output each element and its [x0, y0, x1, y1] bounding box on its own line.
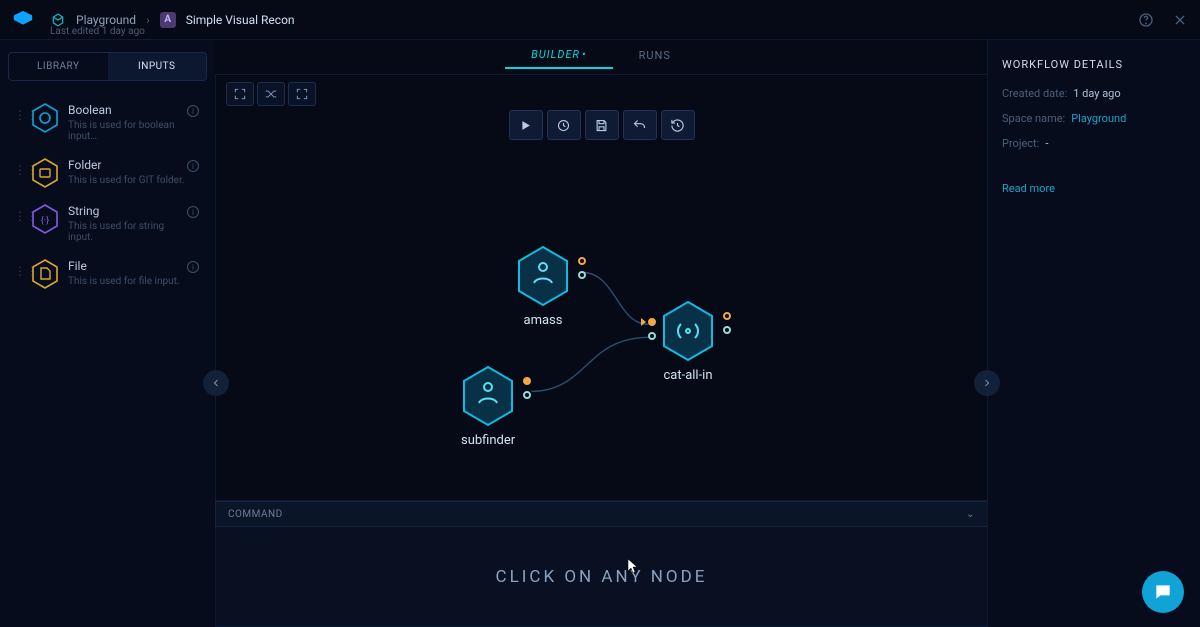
- app-logo[interactable]: [12, 9, 34, 31]
- sidebar: LIBRARY INPUTS ⋮⋮ Boolean This is used fo…: [0, 40, 215, 627]
- input-desc: This is used for file input.: [68, 276, 180, 287]
- input-type-string[interactable]: ⋮⋮ {·} String This is used for string inp…: [8, 196, 207, 251]
- read-more-link[interactable]: Read more: [1002, 182, 1186, 195]
- info-icon[interactable]: i: [187, 261, 199, 273]
- input-port[interactable]: [648, 318, 656, 326]
- input-type-folder[interactable]: ⋮⋮ Folder This is used for GIT folder. i: [8, 150, 207, 196]
- input-desc: This is used for GIT folder.: [68, 175, 184, 186]
- input-title: Boolean: [68, 103, 188, 117]
- output-port[interactable]: [523, 377, 531, 385]
- top-bar: Playground › A Simple Visual Recon: [0, 0, 1200, 40]
- hexagon-icon: [32, 103, 58, 133]
- sidebar-tabs: LIBRARY INPUTS: [8, 52, 207, 81]
- command-placeholder: CLICK ON ANY NODE: [496, 567, 708, 587]
- chevron-right-icon: ›: [146, 13, 150, 27]
- drag-handle-icon[interactable]: ⋮⋮: [14, 259, 22, 277]
- project-value: -: [1045, 137, 1048, 150]
- cursor-icon: [627, 558, 639, 574]
- svg-text:{·}: {·}: [41, 216, 49, 226]
- input-type-file[interactable]: ⋮⋮ File This is used for file input. i: [8, 251, 207, 297]
- info-icon[interactable]: i: [187, 105, 199, 117]
- output-port[interactable]: [523, 391, 531, 399]
- hexagon-icon: [32, 158, 58, 188]
- tab-library[interactable]: LIBRARY: [9, 53, 108, 80]
- output-port[interactable]: [578, 271, 586, 279]
- editor-area: BUILDER RUNS: [215, 40, 987, 627]
- details-title: WORKFLOW DETAILS: [1002, 58, 1186, 71]
- created-value: 1 day ago: [1073, 87, 1120, 100]
- node-label: subfinder: [461, 433, 515, 448]
- node-label: cat-all-in: [661, 368, 715, 383]
- node-label: amass: [516, 313, 570, 328]
- command-panel-header[interactable]: COMMAND ⌄: [215, 501, 987, 527]
- canvas[interactable]: amass subfinder: [215, 74, 987, 501]
- tab-builder[interactable]: BUILDER: [505, 42, 612, 69]
- input-title: Folder: [68, 158, 184, 172]
- breadcrumb-space[interactable]: Playground: [76, 13, 136, 27]
- last-edited-label: Last edited 1 day ago: [50, 26, 145, 37]
- chevron-down-icon[interactable]: ⌄: [966, 509, 975, 520]
- main-tabs: BUILDER RUNS: [215, 40, 987, 70]
- input-port[interactable]: [648, 332, 656, 340]
- node-cat-all-in[interactable]: cat-all-in: [661, 300, 715, 383]
- drag-handle-icon[interactable]: ⋮⋮: [14, 103, 22, 121]
- node-subfinder[interactable]: subfinder: [461, 365, 515, 448]
- info-icon[interactable]: i: [187, 160, 199, 172]
- details-panel: WORKFLOW DETAILS Created date:1 day ago …: [987, 40, 1200, 627]
- output-port[interactable]: [723, 326, 731, 334]
- close-icon[interactable]: [1172, 12, 1188, 28]
- input-title: String: [68, 204, 188, 218]
- breadcrumb-workflow: Simple Visual Recon: [186, 13, 295, 27]
- input-title: File: [68, 259, 180, 273]
- created-label: Created date:: [1002, 87, 1067, 100]
- node-amass[interactable]: amass: [516, 245, 570, 328]
- drag-handle-icon[interactable]: ⋮⋮: [14, 158, 22, 176]
- help-icon[interactable]: [1138, 12, 1154, 28]
- input-desc: This is used for boolean input…: [68, 120, 188, 142]
- input-port-arrow-icon: [641, 318, 646, 326]
- input-type-boolean[interactable]: ⋮⋮ Boolean This is used for boolean input…: [8, 95, 207, 150]
- command-label: COMMAND: [228, 509, 283, 520]
- info-icon[interactable]: i: [187, 206, 199, 218]
- chat-button[interactable]: [1142, 571, 1184, 613]
- hexagon-icon: {·}: [32, 204, 58, 234]
- space-value[interactable]: Playground: [1071, 112, 1126, 125]
- tab-runs[interactable]: RUNS: [613, 43, 697, 68]
- tab-inputs[interactable]: INPUTS: [108, 53, 207, 80]
- output-port[interactable]: [578, 257, 586, 265]
- input-desc: This is used for string input.: [68, 221, 188, 243]
- hexagon-icon: [32, 259, 58, 289]
- project-label: Project:: [1002, 137, 1039, 150]
- space-label: Space name:: [1002, 112, 1065, 125]
- command-panel-body: CLICK ON ANY NODE: [215, 527, 987, 627]
- workflow-icon: A: [160, 12, 176, 28]
- drag-handle-icon[interactable]: ⋮⋮: [14, 204, 22, 222]
- output-port[interactable]: [723, 312, 731, 320]
